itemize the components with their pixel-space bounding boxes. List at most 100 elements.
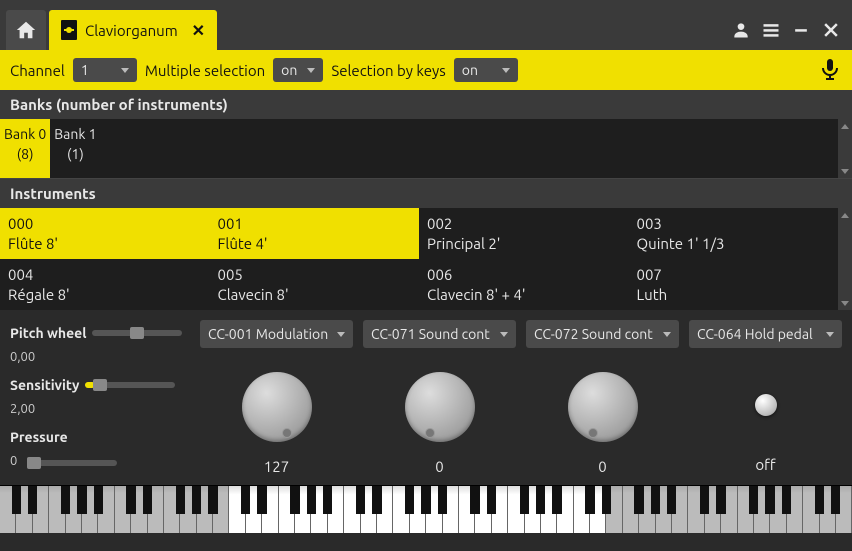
white-key[interactable]: [311, 486, 327, 533]
white-key[interactable]: [361, 486, 377, 533]
cc-select-2[interactable]: CC-072 Sound cont: [526, 320, 679, 348]
white-key[interactable]: [590, 486, 606, 533]
multisel-select[interactable]: on: [273, 58, 323, 82]
white-key[interactable]: [16, 486, 32, 533]
banks-scrollbar[interactable]: [838, 119, 852, 178]
sensitivity-value: 2,00: [10, 402, 190, 416]
selkeys-label: Selection by keys: [331, 62, 445, 79]
white-key[interactable]: [836, 486, 852, 533]
close-button[interactable]: [816, 10, 846, 50]
user-button[interactable]: [726, 10, 756, 50]
white-key[interactable]: [426, 486, 442, 533]
white-key[interactable]: [639, 486, 655, 533]
banks-list: Bank 0(8) Bank 1(1): [0, 119, 852, 179]
menu-button[interactable]: [756, 10, 786, 50]
white-key[interactable]: [180, 486, 196, 533]
white-key[interactable]: [49, 486, 65, 533]
white-key[interactable]: [443, 486, 459, 533]
white-key[interactable]: [213, 486, 229, 533]
cc-select-3[interactable]: CC-064 Hold pedal: [689, 320, 842, 348]
white-key[interactable]: [574, 486, 590, 533]
instrument-001[interactable]: 001Flûte 4': [210, 208, 420, 259]
white-key[interactable]: [475, 486, 491, 533]
white-key[interactable]: [393, 486, 409, 533]
white-key[interactable]: [33, 486, 49, 533]
record-button[interactable]: [818, 57, 842, 84]
white-key[interactable]: [492, 486, 508, 533]
white-key[interactable]: [197, 486, 213, 533]
minimize-button[interactable]: [786, 10, 816, 50]
white-key[interactable]: [98, 486, 114, 533]
white-key[interactable]: [541, 486, 557, 533]
white-key[interactable]: [377, 486, 393, 533]
white-key[interactable]: [770, 486, 786, 533]
instruments-scrollbar[interactable]: [838, 208, 852, 310]
white-key[interactable]: [82, 486, 98, 533]
white-key[interactable]: [344, 486, 360, 533]
white-key[interactable]: [410, 486, 426, 533]
tab-close-button[interactable]: ✕: [192, 21, 205, 40]
instruments-header: Instruments: [0, 179, 852, 208]
cc-knob-1[interactable]: [405, 372, 475, 442]
white-key[interactable]: [295, 486, 311, 533]
white-key[interactable]: [246, 486, 262, 533]
bank-item-1[interactable]: Bank 1(1): [50, 119, 100, 178]
cc-select-0[interactable]: CC-001 Modulation: [200, 320, 353, 348]
white-key[interactable]: [557, 486, 573, 533]
cc-toggle-3[interactable]: [755, 394, 777, 416]
white-key[interactable]: [328, 486, 344, 533]
soundfont-icon: [61, 20, 77, 40]
white-key[interactable]: [115, 486, 131, 533]
white-key[interactable]: [508, 486, 524, 533]
sensitivity-label: Sensitivity: [10, 377, 79, 393]
channel-select[interactable]: 1: [73, 58, 137, 82]
white-key[interactable]: [623, 486, 639, 533]
pressure-label: Pressure: [10, 429, 68, 445]
instrument-006[interactable]: 006Clavecin 8' + 4': [419, 259, 629, 310]
bank-item-0[interactable]: Bank 0(8): [0, 119, 50, 178]
white-key[interactable]: [803, 486, 819, 533]
instrument-005[interactable]: 005Clavecin 8': [210, 259, 420, 310]
white-key[interactable]: [229, 486, 245, 533]
white-key[interactable]: [66, 486, 82, 533]
instrument-004[interactable]: 004Régale 8': [0, 259, 210, 310]
white-key[interactable]: [262, 486, 278, 533]
white-key[interactable]: [131, 486, 147, 533]
titlebar: Claviorganum ✕: [0, 0, 852, 50]
cc-knob-0[interactable]: [242, 372, 312, 442]
white-key[interactable]: [705, 486, 721, 533]
instrument-000[interactable]: 000Flûte 8': [0, 208, 210, 259]
white-key[interactable]: [820, 486, 836, 533]
white-key[interactable]: [164, 486, 180, 533]
cc-value-2: 0: [598, 458, 606, 475]
pressure-slider[interactable]: [27, 460, 117, 466]
instrument-003[interactable]: 003Quinte 1' 1/3: [629, 208, 839, 259]
home-button[interactable]: [6, 10, 46, 50]
tab-claviorganum[interactable]: Claviorganum ✕: [49, 10, 217, 50]
white-key[interactable]: [754, 486, 770, 533]
controls-panel: Pitch wheel 0,00 Sensitivity 2,00 Pressu…: [0, 310, 852, 485]
instrument-007[interactable]: 007Luth: [629, 259, 839, 310]
white-key[interactable]: [606, 486, 622, 533]
virtual-keyboard[interactable]: [0, 485, 852, 533]
white-key[interactable]: [525, 486, 541, 533]
white-key[interactable]: [672, 486, 688, 533]
selkeys-select[interactable]: on: [454, 58, 518, 82]
white-key[interactable]: [279, 486, 295, 533]
white-key[interactable]: [688, 486, 704, 533]
home-icon: [15, 19, 37, 41]
white-key[interactable]: [738, 486, 754, 533]
white-key[interactable]: [148, 486, 164, 533]
cc-knob-2[interactable]: [568, 372, 638, 442]
white-key[interactable]: [721, 486, 737, 533]
pitch-slider[interactable]: [92, 330, 182, 336]
pitch-label: Pitch wheel: [10, 325, 86, 341]
white-key[interactable]: [656, 486, 672, 533]
instrument-002[interactable]: 002Principal 2': [419, 208, 629, 259]
cc-select-1[interactable]: CC-071 Sound cont: [363, 320, 516, 348]
white-key[interactable]: [0, 486, 16, 533]
white-key[interactable]: [787, 486, 803, 533]
banks-header: Banks (number of instruments): [0, 90, 852, 119]
white-key[interactable]: [459, 486, 475, 533]
sensitivity-slider[interactable]: [85, 382, 175, 388]
